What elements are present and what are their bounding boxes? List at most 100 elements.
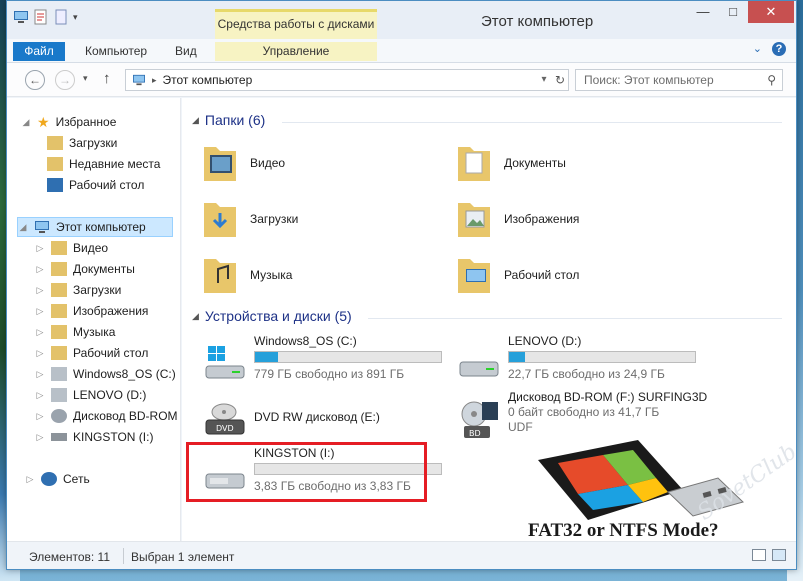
folder-label: Видео — [250, 156, 286, 170]
pictures-folder-icon — [51, 304, 67, 318]
address-dropdown-icon[interactable]: ▾ — [535, 69, 553, 91]
nav-pc-item[interactable]: ▷ Загрузки — [35, 280, 121, 300]
nav-pc-item[interactable]: ▷ Изображения — [35, 301, 148, 321]
folder-item[interactable]: Рабочий стол — [454, 250, 654, 300]
nav-pc-item[interactable]: ▷ Музыка — [35, 322, 115, 342]
hard-drive-icon — [459, 361, 499, 377]
promo-caption: FAT32 or NTFS Mode? — [528, 520, 719, 541]
nav-favorites-item[interactable]: Недавние места — [47, 154, 160, 174]
properties-icon[interactable] — [33, 9, 49, 25]
search-placeholder: Поиск: Этот компьютер — [584, 73, 714, 87]
tab-file[interactable]: Файл — [13, 42, 65, 61]
nav-item-label: Загрузки — [69, 136, 118, 150]
folder-item[interactable]: Видео — [200, 138, 400, 188]
nav-item-label: Дисковод BD-ROM — [73, 409, 178, 423]
folder-label: Загрузки — [250, 212, 299, 226]
nav-pc-item[interactable]: ▷ Видео — [35, 238, 108, 258]
nav-pc-item[interactable]: ▷ KINGSTON (I:) — [35, 427, 154, 447]
breadcrumb[interactable]: Этот компьютер — [163, 73, 253, 87]
expand-icon[interactable]: ▷ — [35, 411, 45, 422]
nav-pc-item[interactable]: ▷ Windows8_OS (C:) — [35, 364, 176, 384]
music-folder-icon — [51, 325, 67, 339]
window-title: Этот компьютер — [481, 13, 594, 30]
forward-button[interactable]: → — [55, 70, 75, 90]
close-button[interactable]: ✕ — [748, 1, 794, 23]
drive-name: KINGSTON (I:) — [254, 446, 335, 460]
drive-item-kingston[interactable]: KINGSTON (I:) 3,83 ГБ свободно из 3,83 Г… — [194, 446, 442, 504]
video-folder-icon — [204, 147, 236, 181]
expand-icon[interactable]: ▷ — [35, 348, 45, 359]
drive-item-e[interactable]: DVD DVD RW дисковод (E:) — [194, 390, 434, 448]
expand-icon[interactable]: ▷ — [35, 285, 45, 296]
nav-favorites-item[interactable]: Загрузки — [47, 133, 117, 153]
minimize-button[interactable]: — — [688, 1, 718, 23]
maximize-button[interactable]: □ — [718, 1, 748, 23]
tab-view[interactable]: Вид — [167, 42, 205, 61]
drive-usage-fill — [509, 352, 526, 362]
drive-usage-bar — [254, 463, 442, 475]
nav-pc-item[interactable]: ▷ Документы — [35, 259, 135, 279]
refresh-icon[interactable]: ↻ — [555, 73, 565, 87]
folder-item[interactable]: Изображения — [454, 194, 654, 244]
desktop-folder-icon — [458, 259, 490, 293]
expand-icon[interactable]: ▷ — [35, 264, 45, 275]
tab-computer[interactable]: Компьютер — [77, 42, 155, 61]
usb-drive-icon — [205, 473, 245, 489]
computer-icon[interactable] — [13, 9, 29, 25]
drive-free-space: 779 ГБ свободно из 891 ГБ — [254, 367, 405, 381]
drive-usage-fill — [255, 352, 279, 362]
folder-item[interactable]: Загрузки — [200, 194, 400, 244]
nav-favorites[interactable]: ◢ ★ Избранное — [21, 112, 117, 132]
up-button[interactable]: ↑ — [103, 70, 111, 87]
large-icons-view-icon[interactable] — [772, 549, 786, 561]
back-button[interactable]: ← — [25, 70, 45, 90]
status-bar: Элементов: 11 Выбран 1 элемент — [7, 541, 796, 569]
expand-icon[interactable]: ▷ — [35, 327, 45, 338]
drive-free-space: 0 байт свободно из 41,7 ГБ — [508, 405, 660, 419]
expand-icon[interactable]: ▷ — [35, 390, 45, 401]
expand-icon[interactable]: ▷ — [35, 306, 45, 317]
expand-icon[interactable]: ▷ — [25, 474, 35, 485]
recent-locations-icon[interactable]: ▾ — [83, 73, 88, 84]
folders-group-header[interactable]: ◢ Папки (6) — [192, 112, 265, 128]
devices-group-header[interactable]: ◢ Устройства и диски (5) — [192, 308, 352, 324]
tab-manage[interactable]: Управление — [215, 42, 377, 61]
nav-favorites-item[interactable]: Рабочий стол — [47, 175, 144, 195]
drive-item-d[interactable]: LENOVO (D:) 22,7 ГБ свободно из 24,9 ГБ — [448, 334, 696, 392]
details-view-icon[interactable] — [752, 549, 766, 561]
collapse-icon[interactable]: ◢ — [21, 117, 31, 128]
search-input[interactable]: Поиск: Этот компьютер ⚲ — [575, 69, 783, 91]
nav-pc-item[interactable]: ▷ Рабочий стол — [35, 343, 148, 363]
address-bar[interactable]: ▸ Этот компьютер — [125, 69, 569, 91]
view-switcher — [752, 549, 786, 561]
expand-ribbon-icon[interactable]: ⌄ — [753, 42, 762, 56]
nav-item-label: Рабочий стол — [69, 178, 145, 192]
nav-item-label: Документы — [73, 262, 135, 276]
expand-icon[interactable]: ▷ — [35, 243, 45, 254]
collapse-group-icon[interactable]: ◢ — [192, 311, 199, 322]
new-folder-icon[interactable] — [53, 9, 69, 25]
drive-name: Дисковод BD-ROM (F:) SURFING3D — [508, 390, 708, 404]
items-count: Элементов: 11 — [29, 550, 110, 564]
help-icon[interactable]: ? — [772, 42, 786, 56]
drive-filesystem: UDF — [508, 420, 533, 434]
folder-item[interactable]: Документы — [454, 138, 654, 188]
drive-free-space: 3,83 ГБ свободно из 3,83 ГБ — [254, 479, 411, 493]
breadcrumb-separator-icon: ▸ — [152, 74, 157, 85]
customize-toolbar-chevron-icon[interactable]: ▾ — [73, 12, 78, 23]
drive-tools-context-header: Средства работы с дисками — [215, 9, 377, 39]
status-separator — [123, 548, 124, 564]
svg-text:BD: BD — [469, 429, 481, 438]
folder-item[interactable]: Музыка — [200, 250, 400, 300]
usb-drive-icon — [51, 433, 67, 441]
nav-pc-item[interactable]: ▷ LENOVO (D:) — [35, 385, 146, 405]
drive-item-c[interactable]: Windows8_OS (C:) 779 ГБ свободно из 891 … — [194, 334, 442, 392]
expand-icon[interactable]: ▷ — [35, 369, 45, 380]
nav-this-pc[interactable]: ◢ Этот компьютер — [17, 217, 173, 237]
nav-pc-item[interactable]: ▷ Дисковод BD-ROM — [35, 406, 178, 426]
nav-network[interactable]: ▷ Сеть — [25, 469, 90, 489]
drive-item-f[interactable]: BD Дисковод BD-ROM (F:) SURFING3D 0 байт… — [448, 390, 707, 448]
collapse-icon[interactable]: ◢ — [18, 222, 28, 233]
expand-icon[interactable]: ▷ — [35, 432, 45, 443]
collapse-group-icon[interactable]: ◢ — [192, 115, 199, 126]
